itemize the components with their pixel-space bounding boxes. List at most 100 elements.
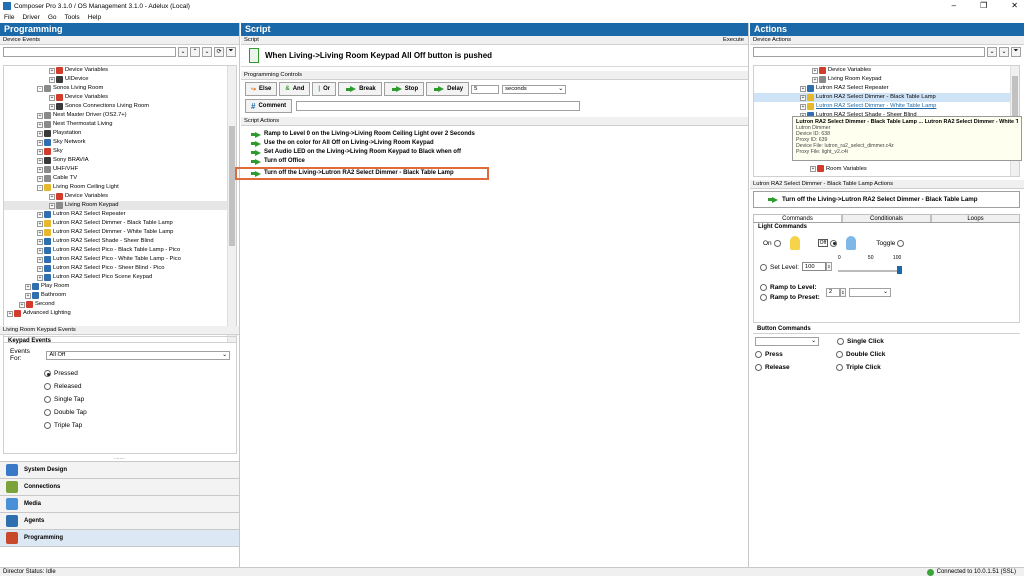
- expand-icon[interactable]: +: [37, 166, 43, 173]
- and-button[interactable]: & And: [279, 82, 311, 96]
- tree-item[interactable]: + Bathroom: [4, 291, 236, 300]
- event-radio[interactable]: [44, 370, 51, 377]
- expand-icon[interactable]: +: [25, 283, 31, 290]
- ramp-preset-radio[interactable]: [760, 293, 767, 301]
- expand-icon[interactable]: +: [37, 139, 43, 146]
- expand-icon[interactable]: +: [37, 130, 43, 137]
- expand-icon[interactable]: +: [800, 103, 806, 110]
- tree-item[interactable]: + Cable TV: [4, 174, 236, 183]
- expand-icon[interactable]: +: [800, 85, 806, 92]
- ramp-spinner[interactable]: ⇕: [839, 287, 846, 297]
- tree-item[interactable]: + Sonos Connections Living Room: [4, 102, 236, 111]
- selected-action[interactable]: Turn off the Living->Lutron RA2 Select D…: [753, 191, 1020, 208]
- expand-icon[interactable]: +: [37, 256, 43, 263]
- filter-icon[interactable]: ⏷: [1011, 46, 1021, 57]
- expand-icon[interactable]: +: [37, 112, 43, 119]
- delay-button[interactable]: Delay: [426, 82, 470, 96]
- menu-go[interactable]: Go: [48, 14, 57, 21]
- stop-button[interactable]: Stop: [383, 82, 425, 96]
- filter-icon[interactable]: ⏷: [226, 46, 236, 57]
- slider-thumb[interactable]: [896, 266, 902, 274]
- tree-item[interactable]: + Device Variables: [4, 192, 236, 201]
- tree-item[interactable]: + Device Variables: [4, 66, 236, 75]
- expand-icon[interactable]: +: [49, 202, 55, 209]
- expand-icon[interactable]: +: [37, 247, 43, 254]
- maximize-button[interactable]: ❐: [980, 1, 987, 10]
- set-level-input[interactable]: 100: [801, 262, 826, 271]
- tree-item[interactable]: + Device Variables: [4, 93, 236, 102]
- tree-item[interactable]: + Living Room Keypad: [4, 201, 236, 210]
- expand-icon[interactable]: +: [49, 67, 55, 74]
- triple-click-radio[interactable]: [836, 364, 843, 371]
- press-radio[interactable]: [755, 351, 762, 358]
- ramp-level-radio[interactable]: [760, 283, 767, 291]
- script-action[interactable]: Use the on color for All Off on Living->…: [241, 139, 748, 148]
- tree-item[interactable]: + Device Variables: [754, 66, 1019, 75]
- refresh-icon[interactable]: ⟳: [214, 46, 224, 57]
- tree-item[interactable]: + Sony BRAVIA: [4, 156, 236, 165]
- close-button[interactable]: ✕: [1011, 1, 1018, 10]
- comment-button[interactable]: # Comment: [245, 99, 293, 113]
- tree-item[interactable]: - Sonos Living Room: [4, 84, 236, 93]
- set-level-radio[interactable]: [760, 264, 767, 271]
- tree-item[interactable]: + Sky: [4, 147, 236, 156]
- tree-item[interactable]: + Lutron RA2 Select Repeater: [4, 210, 236, 219]
- ramp-unit-select[interactable]: ⌄: [848, 287, 891, 297]
- single-click-radio[interactable]: [837, 337, 844, 345]
- event-radio[interactable]: [44, 383, 51, 390]
- expand-icon[interactable]: +: [37, 211, 43, 218]
- tree-item[interactable]: + Lutron RA2 Select Dimmer - White Table …: [754, 102, 1019, 111]
- toggle-radio[interactable]: [897, 239, 905, 247]
- delay-value-input[interactable]: 5: [471, 84, 500, 94]
- tree-item[interactable]: + Nest Thermostat Living: [4, 120, 236, 129]
- event-option[interactable]: Triple Tap: [44, 419, 236, 432]
- events-for-select[interactable]: All Off ⌄: [46, 350, 230, 360]
- on-radio[interactable]: [773, 239, 781, 247]
- expand-icon[interactable]: +: [49, 193, 55, 200]
- device-events-tree[interactable]: + Device Variables + UIDevice - Sonos Living …: [3, 65, 237, 343]
- up-arrow-icon[interactable]: ⌃: [190, 46, 200, 57]
- delay-unit-select[interactable]: seconds ⌄: [502, 84, 567, 94]
- nav-connections[interactable]: Connections: [0, 479, 239, 496]
- nav-media[interactable]: Media: [0, 496, 239, 513]
- nav-agents[interactable]: Agents: [0, 513, 239, 530]
- collapse-icon[interactable]: -: [37, 184, 43, 191]
- or-button[interactable]: | Or: [312, 82, 337, 96]
- level-slider[interactable]: 0 50 100: [837, 255, 904, 280]
- expand-icon[interactable]: +: [37, 220, 43, 227]
- menu-help[interactable]: Help: [88, 14, 101, 21]
- nav-programming[interactable]: Programming: [0, 530, 239, 547]
- expand-icon[interactable]: +: [49, 76, 55, 83]
- tree-item[interactable]: + Lutron RA2 Select Dimmer - White Table …: [4, 228, 236, 237]
- tab-conditionals[interactable]: Conditionals: [842, 214, 931, 222]
- event-radio[interactable]: [44, 422, 51, 429]
- tree-item[interactable]: + Lutron RA2 Select Pico - Sheer Blind - …: [4, 264, 236, 273]
- event-option[interactable]: Pressed: [44, 367, 236, 380]
- ramp-value-input[interactable]: 2: [825, 287, 840, 297]
- tree-item-room-variables[interactable]: + Room Variables: [810, 164, 867, 173]
- expand-icon[interactable]: +: [37, 229, 43, 236]
- tree-item[interactable]: + Lutron RA2 Select Dimmer - Black Table …: [754, 93, 1019, 102]
- tree-item[interactable]: - Living Room Ceiling Light: [4, 183, 236, 192]
- execute-button[interactable]: Execute: [723, 36, 744, 44]
- expand-icon[interactable]: +: [25, 292, 31, 299]
- script-action[interactable]: Ramp to Level 0 on the Living->Living Ro…: [241, 130, 748, 139]
- tree-item[interactable]: + UHF/VHF: [4, 165, 236, 174]
- event-option[interactable]: Single Tap: [44, 393, 236, 406]
- expand-icon[interactable]: +: [800, 94, 806, 101]
- dropdown-chevron-icon[interactable]: ⌄: [987, 46, 997, 57]
- tree-item[interactable]: + Lutron RA2 Select Pico - White Table La…: [4, 255, 236, 264]
- expand-icon[interactable]: +: [19, 301, 25, 308]
- script-action[interactable]: Turn off the Living->Lutron RA2 Select D…: [235, 167, 489, 180]
- tree-item[interactable]: + Lutron RA2 Select Dimmer - Black Table …: [4, 219, 236, 228]
- menu-file[interactable]: File: [4, 14, 14, 21]
- minimize-button[interactable]: –: [952, 1, 956, 10]
- tree-item[interactable]: + Sky Network: [4, 138, 236, 147]
- expand-icon[interactable]: +: [37, 121, 43, 128]
- tree-item[interactable]: + Lutron RA2 Select Repeater: [754, 84, 1019, 93]
- event-option[interactable]: Released: [44, 380, 236, 393]
- expand-icon[interactable]: +: [37, 148, 43, 155]
- tree-item[interactable]: + Second: [4, 300, 236, 309]
- else-button[interactable]: ↪ Else: [245, 82, 278, 96]
- expand-icon[interactable]: +: [37, 238, 43, 245]
